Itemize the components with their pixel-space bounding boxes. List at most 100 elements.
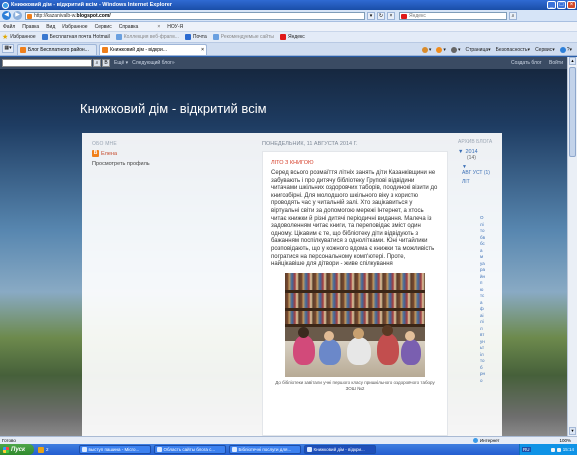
shelf-divider xyxy=(285,307,425,311)
page-icon xyxy=(115,34,122,40)
blogger-share-icon[interactable]: B xyxy=(102,59,110,67)
child-head xyxy=(405,330,415,341)
favorites-bar: ★ Избранное Бесплатная почта Hotmail Колл… xyxy=(0,32,577,43)
fav-item-yandex[interactable]: Яндекс xyxy=(279,34,305,40)
address-dropdown-icon[interactable]: ▾ xyxy=(367,11,375,20)
blog-search-input[interactable] xyxy=(2,59,92,67)
page-icon xyxy=(41,34,48,40)
quicklaunch-count[interactable]: 2 xyxy=(46,447,49,452)
next-blog-link[interactable]: Следующий блог» xyxy=(132,60,174,66)
fav-item-webslice[interactable]: Коллекция веб-фрагм... xyxy=(115,34,179,40)
print-button[interactable]: ▾ xyxy=(450,46,460,53)
close-window-button[interactable]: × xyxy=(567,1,576,9)
archive-post-title-wrapped[interactable]: Олітобвбсамуарайнпютсафаілілвтуньтілтобр… xyxy=(480,215,485,384)
ie-icon xyxy=(306,447,312,452)
scrollbar-thumb[interactable] xyxy=(569,67,576,157)
zoom-level[interactable]: 100% xyxy=(559,438,571,443)
url-input[interactable]: http://kazanivalb-w.blogspot.com/ xyxy=(25,11,365,20)
more-button[interactable]: Ещё ▾ xyxy=(114,60,128,66)
archive-heading: АРХИВ БЛОГА xyxy=(458,139,493,145)
toolbar-close-icon[interactable]: × xyxy=(157,24,160,30)
command-bar: ▾ ▾ ▾ Страница ▾ Безопасность ▾ Сервис ▾ ? ▾ xyxy=(421,44,577,55)
page-icon xyxy=(212,34,219,40)
ie-icon xyxy=(231,447,237,452)
post-body: Серед всього розмаїття літніх занять діт… xyxy=(271,170,438,268)
home-icon xyxy=(421,46,428,53)
menu-edit[interactable]: Правка xyxy=(22,24,39,30)
tab-blog-district[interactable]: Блог Бесплатного район... xyxy=(17,44,97,55)
fav-item-suggested[interactable]: Рекомендуемые сайты xyxy=(212,34,274,40)
child-figure xyxy=(401,338,421,365)
tab-bar: ▦▾ Блог Бесплатного район... Книжковий д… xyxy=(0,43,577,56)
minimize-button[interactable]: _ xyxy=(547,1,556,9)
sign-in-link[interactable]: Войти xyxy=(549,60,563,66)
create-blog-link[interactable]: Создать блог xyxy=(511,60,542,66)
menu-bar: Файл Правка Вид Избранное Сервис Справка… xyxy=(0,22,577,32)
blog-search-icon[interactable]: ⌕ xyxy=(93,59,101,67)
close-tab-icon[interactable]: × xyxy=(201,47,204,53)
post-photo[interactable] xyxy=(285,272,425,377)
scroll-down-icon[interactable]: ▼ xyxy=(569,427,576,435)
post-date: ПОНЕДЕЛЬНИК, 11 АВГУСТА 2014 Г. xyxy=(262,141,358,147)
menu-help[interactable]: Справка xyxy=(119,24,139,30)
search-icon[interactable]: ⌕ xyxy=(509,11,517,20)
help-menu[interactable]: ? ▾ xyxy=(559,46,572,53)
quick-tabs-icon[interactable]: ▦▾ xyxy=(2,44,14,53)
blog-content-column: ОБО МНЕ B Елена Просмотреть профиль ПОНЕ… xyxy=(82,133,502,436)
tools-menu[interactable]: Сервис ▾ xyxy=(535,47,555,53)
forward-button[interactable]: ▶ xyxy=(13,11,22,20)
child-figure xyxy=(377,332,399,365)
profile-name-link[interactable]: B Елена xyxy=(92,150,242,157)
page-scrollbar[interactable]: ▲ ▼ xyxy=(567,57,577,436)
menu-view[interactable]: Вид xyxy=(46,24,55,30)
language-indicator[interactable]: RU xyxy=(522,447,531,452)
maximize-button[interactable]: □ xyxy=(557,1,566,9)
child-head xyxy=(298,326,309,338)
home-button[interactable]: ▾ xyxy=(421,46,431,53)
menu-file[interactable]: Файл xyxy=(3,24,15,30)
quicklaunch-folder-icon[interactable] xyxy=(38,446,44,453)
globe-icon xyxy=(472,438,478,443)
archive-month-august[interactable]: ▼ АВГ УСТ (1) xyxy=(462,164,498,176)
blogger-navbar: ⌕ B Ещё ▾ Следующий блог» Создать блог В… xyxy=(0,57,567,69)
fav-item-mail[interactable]: Почта xyxy=(184,34,207,40)
refresh-icon[interactable]: ↻ xyxy=(377,11,385,20)
menu-tools[interactable]: Сервис xyxy=(95,24,112,30)
star-icon: ★ xyxy=(2,34,9,41)
child-figure xyxy=(293,334,315,365)
toolbar-label[interactable]: НОУ-Я xyxy=(167,24,183,30)
status-text: Готово xyxy=(2,438,16,443)
post-title[interactable]: ЛІТО З КНИГОЮ xyxy=(271,160,439,166)
tray-icon[interactable] xyxy=(550,447,555,452)
taskbar-item-word[interactable]: выступ пашина - Micro... xyxy=(78,445,151,454)
taskbar-item-ie-blog[interactable]: Книжковий дім - відкри... xyxy=(303,445,376,454)
start-button[interactable]: Пуск xyxy=(0,444,34,455)
child-head xyxy=(324,330,334,341)
safety-menu[interactable]: Безопасность ▾ xyxy=(496,47,530,53)
page-menu[interactable]: Страница ▾ xyxy=(465,47,490,53)
window-title: Книжковий дім - відкритий всім - Windows… xyxy=(11,2,172,8)
child-figure xyxy=(347,336,371,365)
archive-post-link[interactable]: ЛІТ xyxy=(462,179,498,185)
triangle-down-icon: ▼ xyxy=(458,149,464,155)
view-profile-link[interactable]: Просмотреть профиль xyxy=(92,161,242,167)
stop-icon[interactable]: × xyxy=(387,11,395,20)
clock[interactable]: 15:14 xyxy=(563,447,574,452)
feeds-button[interactable]: ▾ xyxy=(436,46,446,53)
favorites-button[interactable]: ★ Избранное xyxy=(2,33,36,41)
about-heading: ОБО МНЕ xyxy=(92,141,117,147)
yandex-icon xyxy=(279,34,286,40)
search-input[interactable]: Яндекс xyxy=(399,11,507,20)
menu-favorites[interactable]: Избранное xyxy=(62,24,87,30)
fav-item-hotmail[interactable]: Бесплатная почта Hotmail xyxy=(41,34,110,40)
taskbar-item-ie-library[interactable]: Бібліотечні послуги для... xyxy=(228,445,301,454)
blog-title[interactable]: Книжковий дім - відкритий всім xyxy=(80,101,267,116)
volume-icon[interactable] xyxy=(556,447,561,452)
back-button[interactable]: ◀ xyxy=(2,11,11,20)
taskbar-item-explorer[interactable]: Область сайты блога с... xyxy=(153,445,226,454)
scroll-up-icon[interactable]: ▲ xyxy=(569,57,576,65)
blogger-profile-icon: B xyxy=(92,150,99,157)
address-bar: ◀ ▶ http://kazanivalb-w.blogspot.com/ ▾ … xyxy=(0,10,577,22)
blogger-icon xyxy=(20,47,26,53)
tab-knyzhkovyi-dim[interactable]: Книжковий дім - відкри... × xyxy=(99,44,207,55)
